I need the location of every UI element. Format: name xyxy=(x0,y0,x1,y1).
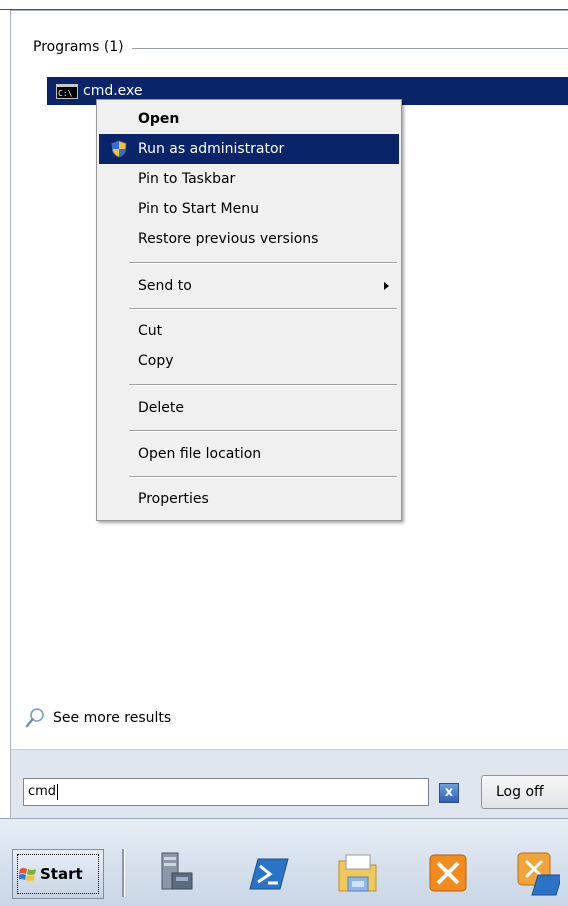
search-input-value: cmd xyxy=(28,784,57,799)
menu-item-run-as-admin[interactable]: Run as administrator xyxy=(99,134,399,164)
see-more-label: See more results xyxy=(53,710,172,726)
close-icon: x xyxy=(444,785,454,800)
log-off-button[interactable]: Log off xyxy=(481,775,568,809)
menu-separator xyxy=(129,384,397,386)
context-menu: Open Run as administrator Pin to Taskbar… xyxy=(96,99,402,521)
menu-item-send-to[interactable]: Send to xyxy=(99,271,399,301)
start-button[interactable]: Start xyxy=(12,849,104,899)
menu-item-delete[interactable]: Delete xyxy=(99,393,399,423)
menu-item-pin-taskbar[interactable]: Pin to Taskbar xyxy=(99,164,399,194)
group-divider xyxy=(131,47,568,49)
group-label: Programs (1) xyxy=(33,39,124,55)
menu-item-label: Send to xyxy=(138,278,192,294)
exchange-console-icon[interactable] xyxy=(426,849,470,897)
magnifier-icon xyxy=(25,708,44,728)
see-more-results-link[interactable]: See more results xyxy=(25,707,171,729)
windows-flag-icon xyxy=(19,868,36,881)
text-caret xyxy=(57,783,59,800)
console-icon: C:\ xyxy=(56,83,78,99)
server-manager-icon[interactable] xyxy=(154,849,198,897)
menu-separator xyxy=(129,476,397,478)
menu-separator xyxy=(129,308,397,310)
menu-item-restore-versions[interactable]: Restore previous versions xyxy=(99,224,399,254)
explorer-icon[interactable] xyxy=(336,849,380,897)
exchange-shell-icon[interactable] xyxy=(516,849,560,897)
programs-group-header: Programs (1) xyxy=(33,37,568,57)
taskbar: Start xyxy=(0,818,568,906)
menu-item-pin-start[interactable]: Pin to Start Menu xyxy=(99,194,399,224)
window-top-edge xyxy=(0,0,568,10)
menu-item-copy[interactable]: Copy xyxy=(99,346,399,376)
menu-separator xyxy=(129,262,397,264)
submenu-arrow-icon xyxy=(384,282,389,290)
result-item-label: cmd.exe xyxy=(83,83,143,99)
clear-search-button[interactable]: x xyxy=(439,783,459,803)
menu-item-open[interactable]: Open xyxy=(99,104,399,134)
menu-item-label: Run as administrator xyxy=(138,141,285,157)
uac-shield-icon xyxy=(111,140,127,158)
taskbar-separator xyxy=(122,849,125,897)
search-strip: cmd x Log off xyxy=(11,749,568,820)
powershell-icon[interactable] xyxy=(248,849,292,897)
menu-item-open-location[interactable]: Open file location xyxy=(99,439,399,469)
search-input[interactable]: cmd xyxy=(23,778,429,806)
menu-separator xyxy=(129,430,397,432)
menu-item-properties[interactable]: Properties xyxy=(99,484,399,514)
menu-item-cut[interactable]: Cut xyxy=(99,316,399,346)
